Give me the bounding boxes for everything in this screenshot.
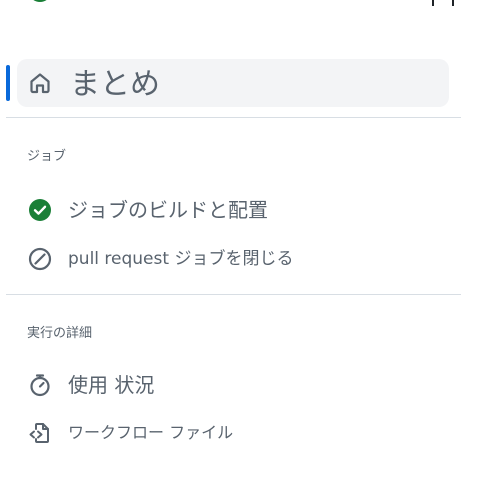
section-divider (6, 117, 461, 118)
job-item-close-pull-request[interactable]: pull request ジョブを閉じる (17, 239, 449, 279)
jobs-section-heading: ジョブ (27, 149, 67, 164)
job-item-label: pull request ジョブを閉じる (68, 249, 294, 269)
nav-item-workflow-file-label: ワークフロー ファイル (68, 423, 234, 442)
check-circle-fill-icon (28, 198, 52, 222)
partial-status-icon (30, 0, 50, 2)
skipped-circle-slash-icon (28, 247, 52, 271)
stopwatch-icon (28, 373, 52, 397)
section-divider (6, 294, 461, 295)
nav-item-workflow-file[interactable]: ワークフロー ファイル (17, 413, 449, 453)
file-code-icon (28, 421, 52, 445)
partial-menu-icon (432, 0, 458, 6)
nav-item-usage[interactable]: 使用 状況 (17, 365, 449, 405)
job-item-label: ジョブのビルドと配置 (68, 198, 268, 222)
home-icon (28, 71, 52, 95)
nav-item-summary-label: まとめ (70, 67, 160, 102)
job-item-build-and-deploy[interactable]: ジョブのビルドと配置 (17, 190, 449, 230)
selected-indicator (6, 65, 10, 101)
run-details-section-heading: 実行の詳細 (27, 326, 93, 341)
nav-item-summary[interactable]: まとめ (17, 59, 449, 107)
nav-item-usage-label: 使用 状況 (68, 373, 155, 397)
